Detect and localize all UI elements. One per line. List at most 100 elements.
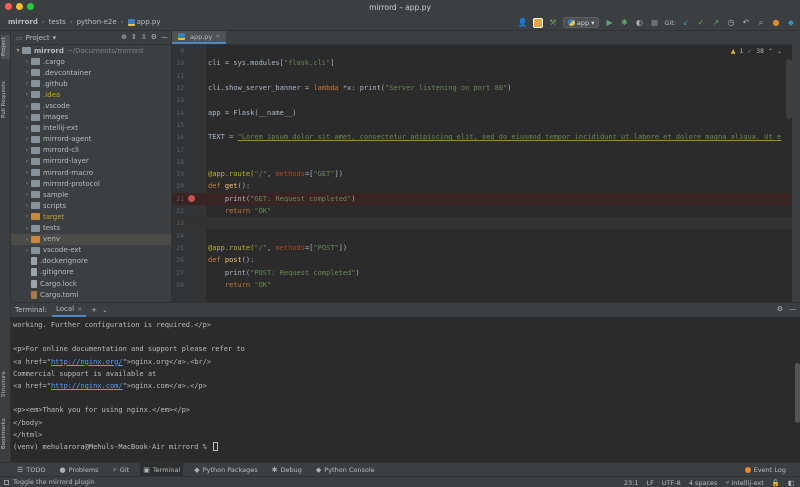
search-icon[interactable]: ⌕ [756, 18, 766, 28]
code-line[interactable]: 26 def post(): [172, 254, 792, 266]
chevron-right-icon[interactable]: › [23, 69, 31, 76]
chevron-right-icon[interactable]: › [23, 213, 31, 220]
line-number[interactable]: 23 [172, 219, 184, 227]
code-line[interactable]: 22 return "OK" [172, 205, 792, 217]
tool-window-terminal[interactable]: ▣ Terminal [140, 462, 184, 477]
collapse-all-icon[interactable]: ⇳ [141, 33, 147, 41]
chevron-right-icon[interactable]: › [23, 91, 31, 98]
tree-item[interactable]: › venv [11, 233, 171, 245]
code-line[interactable]: 17 [172, 143, 792, 155]
terminal-tab-local[interactable]: Local ✕ [51, 303, 87, 317]
tab-app-py[interactable]: app.py ✕ [172, 31, 227, 44]
chevron-right-icon[interactable]: › [23, 202, 31, 209]
tool-window-python-console[interactable]: ◆ Python Console [313, 463, 378, 477]
chevron-right-icon[interactable]: › [23, 147, 31, 154]
stop-icon[interactable]: ■ [649, 18, 659, 28]
breadcrumb-project[interactable]: mirrord [6, 18, 40, 26]
tree-item[interactable]: › mirrord-protocol [11, 178, 171, 189]
tree-item[interactable]: Cargo.toml [11, 289, 171, 300]
code-line[interactable]: 11 [172, 70, 792, 82]
breadcrumb-tests[interactable]: tests [47, 18, 68, 26]
line-number[interactable]: 13 [172, 96, 184, 104]
run-configuration-select[interactable]: app ▾ [562, 17, 600, 28]
git-branch-widget[interactable]: ⑂ intellij-ext [725, 479, 763, 487]
code-line[interactable]: 15 [172, 119, 792, 131]
event-log-button[interactable]: Event Log [744, 463, 786, 477]
terminal-scrollbar[interactable] [795, 363, 800, 423]
pull-requests-tool-button[interactable]: Pull Requests [1, 77, 10, 123]
code-line[interactable]: 14 app = Flask(__name__) [172, 107, 792, 119]
indent-setting[interactable]: 4 spaces [689, 479, 718, 487]
code-line[interactable]: 25 @app.route("/", methods=["POST"]) [172, 242, 792, 254]
line-number[interactable]: 19 [172, 170, 184, 178]
chevron-right-icon[interactable]: › [23, 103, 31, 110]
code-line[interactable]: 20 def get(): [172, 180, 792, 192]
hide-icon[interactable]: — [161, 33, 168, 41]
project-view-select[interactable]: Project [26, 34, 50, 42]
tree-item[interactable]: › .devcontainer [11, 67, 171, 78]
lock-icon[interactable]: 🔓 [772, 479, 780, 487]
tree-item[interactable]: › mirrord-macro [11, 167, 171, 178]
minimize-window-button[interactable] [16, 3, 23, 10]
code-line[interactable]: 28 return "OK" [172, 279, 792, 291]
chevron-right-icon[interactable]: › [23, 80, 31, 87]
chevron-right-icon[interactable]: › [23, 180, 31, 187]
chevron-right-icon[interactable]: › [23, 247, 31, 254]
tree-item[interactable]: › .idea [11, 89, 171, 100]
chevron-right-icon[interactable]: › [23, 236, 31, 243]
chevron-right-icon[interactable]: › [23, 136, 31, 143]
tree-item[interactable]: › intellij-ext [11, 123, 171, 134]
chevron-right-icon[interactable]: › [23, 114, 31, 121]
line-separator[interactable]: LF [646, 479, 653, 487]
line-number[interactable]: 14 [172, 109, 184, 117]
code-line[interactable]: 24 [172, 230, 792, 242]
file-encoding[interactable]: UTF-8 [662, 479, 681, 487]
line-number[interactable]: 18 [172, 158, 184, 166]
line-number[interactable]: 24 [172, 232, 184, 240]
line-number[interactable]: 15 [172, 121, 184, 129]
tool-windows-icon[interactable] [4, 479, 9, 485]
line-number[interactable]: 22 [172, 207, 184, 215]
tree-item[interactable]: .dockerignore [11, 256, 171, 267]
add-terminal-icon[interactable]: + [91, 306, 97, 314]
tree-item[interactable]: › mirrord-cli [11, 145, 171, 156]
locate-icon[interactable]: ⊕ [121, 33, 127, 41]
line-number[interactable]: 21 [172, 195, 184, 203]
code-line[interactable]: 10 cli = sys.modules["flask.cli"] [172, 57, 792, 69]
code-line[interactable]: 13 [172, 94, 792, 106]
chevron-up-icon[interactable]: ⌃ [768, 48, 773, 55]
gear-icon[interactable]: ⚙ [777, 305, 783, 313]
tool-window-debug[interactable]: ✱ Debug [269, 463, 305, 477]
tree-item[interactable]: › scripts [11, 200, 171, 211]
git-push-icon[interactable]: ↗ [711, 18, 721, 28]
debug-icon[interactable]: ✱ [619, 18, 629, 28]
tree-item[interactable]: Cargo.lock [11, 278, 171, 289]
chevron-down-icon[interactable]: ⌄ [777, 48, 782, 55]
caret-position[interactable]: 23:1 [624, 479, 639, 487]
mirrord-toggle-button[interactable] [532, 17, 543, 28]
tree-item[interactable]: › .vscode [11, 100, 171, 111]
tree-root[interactable]: ▾ mirrord ~/Documents/mirrord [11, 45, 171, 56]
chevron-right-icon[interactable]: › [23, 58, 31, 65]
line-number[interactable]: 26 [172, 256, 184, 264]
git-commit-icon[interactable]: ✓ [696, 18, 706, 28]
chevron-down-icon[interactable]: ⌄ [102, 306, 108, 314]
line-number[interactable]: 20 [172, 182, 184, 190]
updates-icon[interactable]: ● [771, 18, 781, 28]
structure-tool-button[interactable]: Structure [1, 367, 10, 401]
code-line[interactable]: 16 TEXT = "Lorem ipsum dolor sit amet, co… [172, 131, 792, 143]
code-line[interactable]: 18 [172, 156, 792, 168]
line-number[interactable]: 25 [172, 244, 184, 252]
code-line[interactable]: 21 print("GET: Request completed") [172, 192, 792, 205]
close-icon[interactable]: ✕ [215, 33, 220, 40]
tool-window-todo[interactable]: ☰ TODO [14, 463, 49, 477]
chevron-down-icon[interactable]: ▾ [53, 34, 57, 42]
interpreter-icon[interactable]: ◧ [788, 479, 794, 487]
zoom-window-button[interactable] [27, 3, 34, 10]
line-number[interactable]: 27 [172, 269, 184, 277]
line-number[interactable]: 28 [172, 281, 184, 289]
code-line[interactable]: 23 [172, 217, 792, 230]
inspection-widget[interactable]: ▲ 1 ✓ 38 ⌃ ⌄ [731, 48, 782, 55]
line-number[interactable]: 9 [172, 47, 184, 55]
gear-icon[interactable]: ⚙ [151, 33, 157, 41]
